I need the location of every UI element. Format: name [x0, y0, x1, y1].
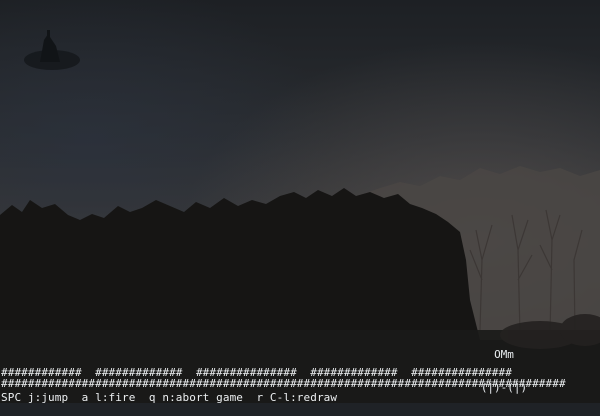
terminal-overlay: OMm (|)-(|) ############ ############# #… [0, 0, 600, 403]
ground-row-bottom: ########################################… [1, 377, 566, 390]
player-head: OMm [494, 348, 514, 361]
key-help-status-line: SPC j:jump a l:fire q n:abort game r C-l… [1, 391, 338, 404]
